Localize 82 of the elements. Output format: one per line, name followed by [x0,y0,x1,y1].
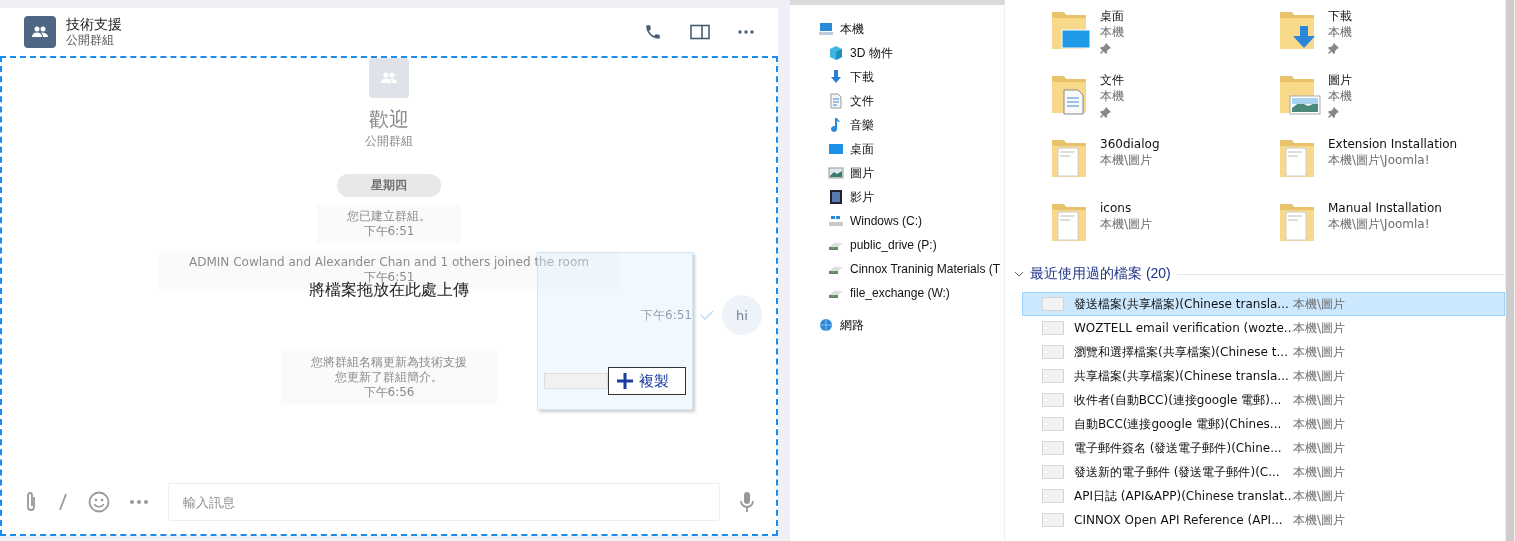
chat-title: 技術支援 [66,16,123,33]
nav-item[interactable]: 桌面 [790,137,1004,161]
desktop-icon [828,141,844,157]
film-icon [828,189,844,205]
attach-icon[interactable] [24,491,38,513]
plus-icon [617,373,633,389]
folder-name[interactable]: 圖片 [1328,72,1352,88]
document-icon [828,93,844,109]
folder-location: 本機 [1328,24,1352,40]
scrollbar-thumb[interactable] [1506,0,1514,541]
more-button[interactable] [738,30,754,34]
folder-location: 本機\圖片 [1100,152,1154,168]
file-thumbnail [1042,513,1064,527]
system-message: 您將群組名稱更新為技術支援 您更新了群組簡介。 下午6:56 [281,351,497,404]
drive-icon [828,213,844,229]
call-button[interactable] [644,23,662,41]
side-panel-button[interactable] [690,24,710,40]
folder-name[interactable]: 下載 [1328,8,1352,24]
cube-icon [828,45,844,61]
folder-name[interactable]: icons [1100,200,1153,216]
folder-location: 本機\圖片 [1100,216,1153,232]
system-message: 您已建立群組。 下午6:51 [317,205,461,243]
file-thumbnail [1042,393,1064,407]
folder-location: 本機 [1100,88,1124,104]
file-thumbnail [1042,465,1064,479]
nav-item[interactable]: 音樂 [790,113,1004,137]
file-thumbnail [1042,345,1064,359]
group-avatar-icon [24,16,56,48]
nav-item[interactable]: 影片 [790,185,1004,209]
welcome-title: 歡迎 [369,106,409,133]
folder-name[interactable]: 360dialog [1100,136,1160,152]
file-row[interactable]: 瀏覽和選擇檔案(共享檔案)(Chinese t... 本機\圖片 [1022,340,1505,364]
folder-location: 本機\圖片\Joomla! [1328,216,1431,232]
file-thumbnail [1042,369,1064,383]
welcome-subtitle: 公開群組 [365,133,413,150]
file-thumbnail [1042,297,1064,311]
nav-item[interactable]: file_exchange (W:) [790,281,1004,305]
more-icon[interactable] [130,500,148,504]
picture-icon [828,165,844,181]
nav-item[interactable]: 圖片 [790,161,1004,185]
message-time: 下午6:51 [641,306,692,324]
emoji-icon[interactable] [88,491,110,513]
nav-item[interactable]: Cinnox Traninig Materials (T [790,257,1004,281]
music-note-icon [828,117,844,133]
network-icon [818,317,834,333]
folder-location: 本機\圖片\Joomla! [1328,152,1431,168]
chat-subtitle: 公開群組 [66,33,115,48]
nav-item[interactable]: Windows (C:) [790,209,1004,233]
nav-item[interactable]: 文件 [790,89,1004,113]
file-thumbnail [1042,321,1064,335]
nav-item[interactable]: 下載 [790,65,1004,89]
nav-item[interactable]: 網路 [790,313,1004,337]
copy-label: 複製 [639,371,669,391]
folder-name[interactable]: 桌面 [1100,8,1124,24]
file-thumbnail [544,373,608,389]
file-row[interactable]: 發送檔案(共享檔案)(Chinese transla... 本機\圖片 [1022,292,1505,316]
nav-item[interactable]: 本機 [790,17,1004,41]
nav-item[interactable]: 3D 物件 [790,41,1004,65]
file-thumbnail [1042,489,1064,503]
download-icon [828,69,844,85]
folder-location: 本機 [1100,24,1124,40]
message-bubble: hi [722,295,762,335]
day-label: 星期四 [337,174,441,197]
file-row[interactable]: 發送新的電子郵件 (發送電子郵件)(C... 本機\圖片 [1022,460,1505,484]
folder-name[interactable]: Manual Installation [1328,200,1442,216]
message-input[interactable]: 輸入訊息 [168,483,720,521]
folder-location: 本機 [1328,88,1352,104]
group-icon [369,58,409,98]
microphone-icon[interactable] [740,491,754,513]
file-thumbnail [1042,441,1064,455]
file-row[interactable]: 共享檔案(共享檔案)(Chinese transla... 本機\圖片 [1022,364,1505,388]
folder-name[interactable]: 文件 [1100,72,1124,88]
folder-name[interactable]: Extension Installation [1328,136,1458,152]
file-row[interactable]: 自動BCC(連接google 電郵)(Chines... 本機\圖片 [1022,412,1505,436]
nav-item[interactable]: public_drive (P:) [790,233,1004,257]
file-row[interactable]: CINNOX Open API Reference (API... 本機\圖片 [1022,508,1505,532]
slash-command-icon[interactable] [58,493,68,511]
section-header[interactable]: 最近使用過的檔案 (20) [1014,265,1504,283]
computer-icon [818,21,834,37]
file-thumbnail [1042,417,1064,431]
file-row[interactable]: 收件者(自動BCC)(連接google 電郵)... 本機\圖片 [1022,388,1505,412]
file-row[interactable]: 電子郵件簽名 (發送電子郵件)(Chine... 本機\圖片 [1022,436,1505,460]
